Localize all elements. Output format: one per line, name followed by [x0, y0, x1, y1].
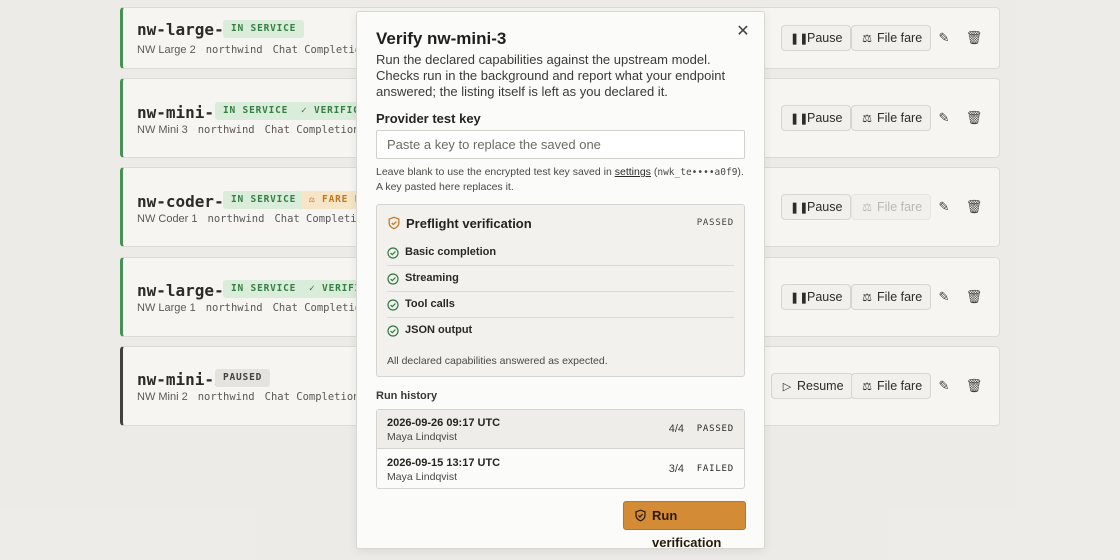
run-score: 4/4	[668, 423, 684, 435]
run-date: 2026-09-26 09:17 UTC	[387, 417, 501, 429]
check-row: JSON output	[387, 318, 734, 344]
run-history-label: Run history	[376, 390, 438, 402]
check-label: Tool calls	[405, 298, 455, 310]
key-label: Provider test key	[376, 111, 481, 126]
run-history-item[interactable]: 2026-09-15 13:17 UTC Maya Lindqvist 3/4 …	[377, 450, 744, 489]
preflight-summary: All declared capabilities answered as ex…	[387, 355, 608, 367]
run-date: 2026-09-15 13:17 UTC	[387, 457, 501, 469]
run-user: Maya Lindqvist	[387, 431, 458, 443]
check-row: Basic completion	[387, 240, 734, 266]
settings-link[interactable]: settings	[615, 166, 651, 178]
check-circle-icon	[387, 273, 399, 285]
check-circle-icon	[387, 299, 399, 311]
shield-icon	[388, 216, 400, 230]
check-label: JSON output	[405, 324, 473, 336]
preflight-title: Preflight verification	[406, 216, 532, 231]
check-row: Streaming	[387, 266, 734, 292]
run-status: FAILED	[696, 464, 734, 474]
check-row: Tool calls	[387, 292, 734, 318]
check-label: Basic completion	[405, 246, 497, 258]
run-user: Maya Lindqvist	[387, 471, 458, 483]
preflight-panel: Preflight verification PASSED Basic comp…	[376, 204, 745, 377]
run-verification-label: Run verification	[652, 508, 722, 550]
shield-icon	[635, 509, 646, 522]
run-score: 3/4	[668, 463, 684, 475]
run-history-item[interactable]: 2026-09-26 09:17 UTC Maya Lindqvist 4/4 …	[377, 410, 744, 449]
saved-key-mask: nwk_te••••a0f9	[657, 167, 738, 178]
provider-key-input[interactable]	[376, 130, 745, 159]
dialog-title: Verify nw-mini-3	[376, 29, 507, 48]
run-status: PASSED	[696, 424, 734, 434]
run-verification-button[interactable]: Run verification	[623, 501, 746, 550]
dialog-description: Run the declared capabilities against th…	[376, 52, 726, 99]
run-history-list: 2026-09-26 09:17 UTC Maya Lindqvist 4/4 …	[376, 409, 745, 489]
check-circle-icon	[387, 325, 399, 337]
preflight-status: PASSED	[696, 218, 734, 228]
close-icon[interactable]: ✕	[734, 23, 752, 41]
check-circle-icon	[387, 247, 399, 259]
check-label: Streaming	[405, 272, 459, 284]
key-help: Leave blank to use the encrypted test ke…	[376, 165, 751, 194]
verify-dialog: ✕ Verify nw-mini-3 Run the declared capa…	[356, 11, 765, 550]
help-text: Leave blank to use the encrypted test ke…	[376, 166, 615, 178]
